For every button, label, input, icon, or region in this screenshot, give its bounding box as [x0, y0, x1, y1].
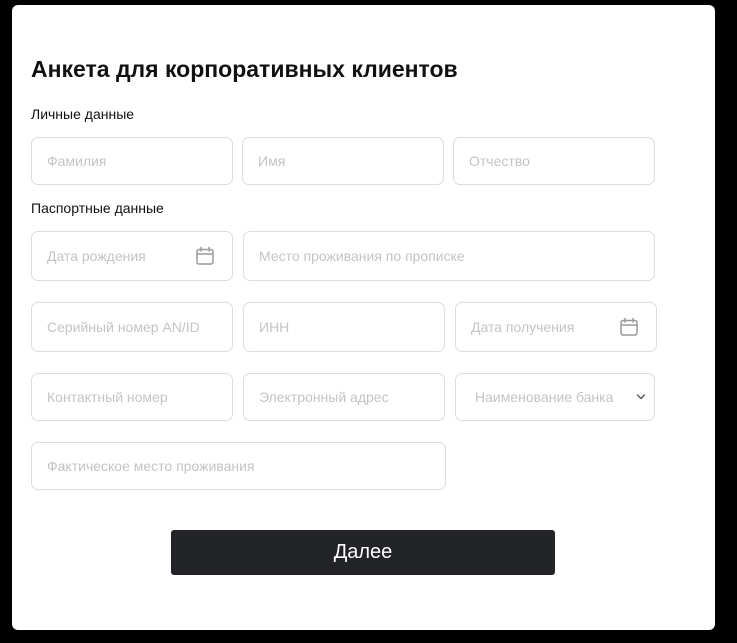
- calendar-icon[interactable]: [619, 317, 639, 337]
- serial-number-field: [31, 302, 233, 352]
- last-name-input[interactable]: [32, 138, 232, 184]
- contact-number-input[interactable]: [32, 374, 232, 420]
- bank-name-selected: Наименование банка: [475, 389, 614, 405]
- calendar-icon[interactable]: [195, 246, 215, 266]
- patronymic-input[interactable]: [454, 138, 654, 184]
- last-name-field: [31, 137, 233, 185]
- section-label-personal: Личные данные: [31, 106, 135, 122]
- patronymic-field: [453, 137, 655, 185]
- inn-field: [243, 302, 445, 352]
- first-name-input[interactable]: [243, 138, 443, 184]
- chevron-down-icon: [636, 394, 646, 400]
- bank-name-select[interactable]: Наименование банка: [455, 373, 655, 421]
- actual-address-field: [31, 442, 446, 490]
- actual-address-input[interactable]: [32, 443, 445, 489]
- first-name-field: [242, 137, 444, 185]
- email-input[interactable]: [244, 374, 444, 420]
- registration-address-field: [243, 231, 655, 281]
- inn-input[interactable]: [244, 303, 444, 351]
- birth-date-field: [31, 231, 233, 281]
- section-label-passport: Паспортные данные: [31, 200, 164, 216]
- contact-number-field: [31, 373, 233, 421]
- email-field: [243, 373, 445, 421]
- registration-address-input[interactable]: [244, 232, 654, 280]
- page-title: Анкета для корпоративных клиентов: [31, 56, 458, 82]
- serial-number-input[interactable]: [32, 303, 232, 351]
- next-button[interactable]: Далее: [171, 530, 555, 575]
- issue-date-field: [455, 302, 657, 352]
